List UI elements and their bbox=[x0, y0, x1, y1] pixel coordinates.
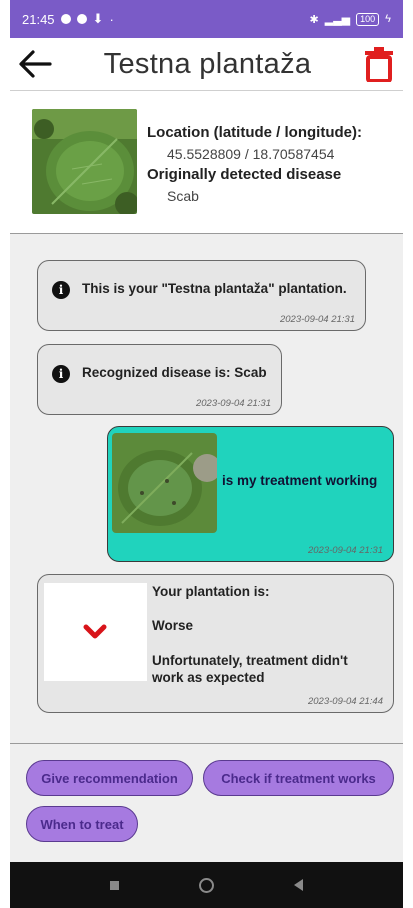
signal-icon: ▂▃▅ bbox=[324, 13, 351, 26]
message-timestamp: 2023-09-04 21:31 bbox=[307, 545, 383, 556]
result-description: Unfortunately, treatment didn't work as … bbox=[152, 653, 348, 685]
notification-icon bbox=[76, 14, 87, 24]
message-text: This is your "Testna plantaža" plantatio… bbox=[82, 281, 347, 296]
recents-button[interactable] bbox=[110, 880, 119, 890]
info-icon: i bbox=[52, 281, 70, 299]
check-treatment-button[interactable]: Check if treatment works bbox=[203, 760, 394, 796]
location-value: 45.5528809 / 18.70587454 bbox=[167, 146, 335, 162]
when-to-treat-button[interactable]: When to treat bbox=[26, 806, 138, 842]
trash-icon bbox=[365, 47, 393, 82]
action-buttons: Give recommendation Check if treatment w… bbox=[10, 744, 403, 862]
battery-icon: 100 bbox=[356, 12, 380, 26]
message-timestamp: 2023-09-04 21:31 bbox=[195, 398, 271, 409]
status-bar: 21:45 ⬇ · ✱ ▂▃▅ 100 ϟ bbox=[10, 0, 403, 38]
dot-icon: · bbox=[109, 11, 114, 27]
result-message-bubble: Your plantation is: Worse Unfortunately,… bbox=[37, 574, 394, 713]
info-icon: i bbox=[52, 365, 70, 383]
chevron-down-icon bbox=[83, 624, 107, 639]
system-back-button[interactable] bbox=[294, 879, 303, 891]
plant-photo bbox=[32, 109, 137, 214]
back-button[interactable] bbox=[10, 38, 60, 90]
page-title: Testna plantaža bbox=[103, 47, 312, 80]
disease-label: Originally detected disease bbox=[147, 166, 342, 183]
user-message-bubble: is my treatment working 2023-09-04 21:31 bbox=[107, 426, 394, 562]
result-heading: Your plantation is: bbox=[152, 584, 270, 599]
notification-icon bbox=[60, 14, 71, 24]
message-bubble: i Recognized disease is: Scab 2023-09-04… bbox=[37, 344, 282, 415]
message-timestamp: 2023-09-04 21:31 bbox=[279, 314, 355, 325]
result-image bbox=[44, 583, 147, 681]
result-status: Worse bbox=[152, 618, 194, 633]
message-timestamp: 2023-09-04 21:44 bbox=[307, 696, 383, 707]
disease-value: Scab bbox=[167, 188, 199, 204]
plantation-info: Location (latitude / longitude): 45.5528… bbox=[10, 90, 403, 234]
give-recommendation-button[interactable]: Give recommendation bbox=[26, 760, 193, 796]
navigation-bar bbox=[10, 862, 403, 908]
chat-list[interactable]: i This is your "Testna plantaža" plantat… bbox=[10, 234, 403, 744]
home-button[interactable] bbox=[199, 877, 214, 893]
message-text: is my treatment working bbox=[222, 473, 378, 488]
charging-icon: ϟ bbox=[385, 13, 391, 25]
location-label: Location (latitude / longitude): bbox=[147, 124, 362, 141]
message-text: Recognized disease is: Scab bbox=[82, 365, 267, 380]
bluetooth-icon: ✱ bbox=[309, 13, 319, 26]
app-bar: Testna plantaža bbox=[10, 38, 403, 90]
message-photo bbox=[112, 433, 217, 533]
arrow-left-icon bbox=[19, 50, 52, 78]
status-time: 21:45 bbox=[22, 11, 55, 27]
delete-button[interactable] bbox=[355, 38, 403, 90]
message-bubble: i This is your "Testna plantaža" plantat… bbox=[37, 260, 366, 331]
download-icon: ⬇ bbox=[92, 11, 104, 26]
